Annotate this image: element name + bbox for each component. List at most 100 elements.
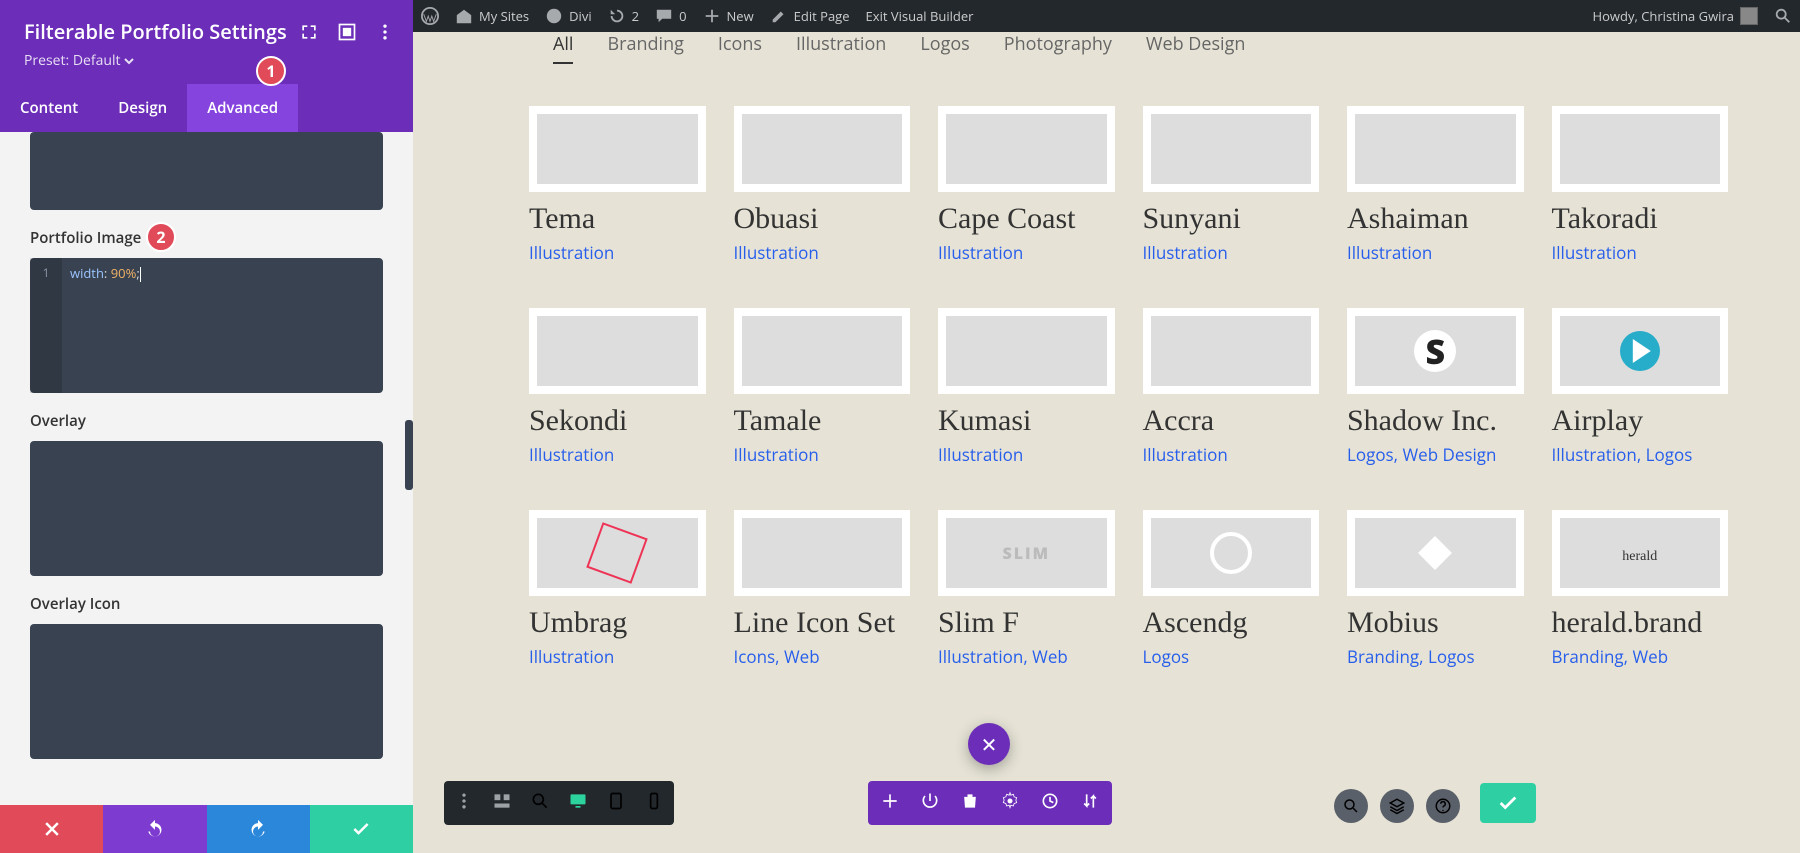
panel-body: Portfolio Image 2 1 width: 90%; Overlay … bbox=[0, 132, 413, 805]
preset-selector[interactable]: Preset: Default bbox=[24, 51, 389, 70]
plus-icon[interactable] bbox=[880, 791, 900, 816]
tablet-icon[interactable] bbox=[606, 791, 626, 816]
portfolio-item-title: Tamale bbox=[734, 404, 911, 437]
portfolio-item-cats[interactable]: Illustration bbox=[734, 241, 911, 264]
portfolio-item[interactable]: Line Icon Set Icons, Web bbox=[734, 510, 911, 668]
portfolio-item-title: Line Icon Set bbox=[734, 606, 911, 639]
kebab-icon[interactable] bbox=[454, 791, 474, 816]
portfolio-item[interactable]: AshaimanIllustration bbox=[1347, 106, 1524, 264]
portfolio-item[interactable]: Cape CoastIllustration bbox=[938, 106, 1115, 264]
portfolio-item-cats[interactable]: Illustration bbox=[529, 645, 706, 668]
page-save-button[interactable] bbox=[1480, 783, 1536, 823]
tab-advanced[interactable]: Advanced bbox=[187, 84, 298, 132]
expand-icon[interactable] bbox=[299, 22, 319, 47]
portfolio-item[interactable]: AscendgLogos bbox=[1143, 510, 1320, 668]
site-name[interactable]: Divi bbox=[537, 0, 600, 32]
portfolio-item[interactable]: AirplayIllustration, Logos bbox=[1552, 308, 1729, 466]
portfolio-item-cats[interactable]: Illustration bbox=[1552, 241, 1729, 264]
portfolio-item-cats[interactable]: Illustration bbox=[529, 241, 706, 264]
portfolio-item[interactable]: Umbrag Illustration bbox=[529, 510, 706, 668]
portfolio-item-cats[interactable]: Logos bbox=[1143, 645, 1320, 668]
find-fab[interactable] bbox=[1334, 789, 1368, 823]
portfolio-item[interactable]: SekondiIllustration bbox=[529, 308, 706, 466]
panel-scrollbar[interactable] bbox=[405, 420, 413, 490]
portfolio-item-cats[interactable]: Illustration, Web bbox=[938, 645, 1115, 668]
portfolio-item[interactable]: KumasiIllustration bbox=[938, 308, 1115, 466]
portfolio-item-cats[interactable]: Illustration bbox=[1143, 241, 1320, 264]
wp-admin-bar: My Sites Divi 2 0 New Edit Page Exit Vis… bbox=[413, 0, 1800, 32]
portfolio-item-cats[interactable]: Illustration bbox=[938, 443, 1115, 466]
portfolio-item-cats[interactable]: Illustration bbox=[734, 443, 911, 466]
close-fab[interactable]: ✕ bbox=[968, 723, 1010, 765]
portfolio-item-cats[interactable]: Branding, Logos bbox=[1347, 645, 1524, 668]
portfolio-item[interactable]: Takoradi Illustration bbox=[1552, 106, 1729, 264]
trash-icon[interactable] bbox=[960, 791, 980, 816]
overlay-icon-css[interactable] bbox=[30, 624, 383, 759]
portfolio-item[interactable]: TemaIllustration bbox=[529, 106, 706, 264]
portfolio-item[interactable]: MobiusBranding, Logos bbox=[1347, 510, 1524, 668]
filter-branding[interactable]: Branding bbox=[607, 32, 683, 64]
portfolio-item[interactable]: ObuasiIllustration bbox=[734, 106, 911, 264]
css-prev-field[interactable] bbox=[30, 132, 383, 210]
redo-button[interactable] bbox=[207, 805, 310, 853]
code-line: width: 90%; bbox=[70, 264, 141, 282]
my-sites[interactable]: My Sites bbox=[447, 0, 537, 32]
portfolio-item[interactable]: Shadow Inc. Logos, Web Design bbox=[1347, 308, 1524, 466]
filter-photography[interactable]: Photography bbox=[1004, 32, 1112, 64]
portfolio-item-title: Takoradi bbox=[1552, 202, 1729, 235]
search-toggle[interactable] bbox=[1766, 0, 1800, 32]
layers-fab[interactable] bbox=[1380, 789, 1414, 823]
filter-logos[interactable]: Logos bbox=[920, 32, 969, 64]
wireframe-icon[interactable] bbox=[492, 791, 512, 816]
overlay-css[interactable] bbox=[30, 441, 383, 576]
filter-icons[interactable]: Icons bbox=[718, 32, 762, 64]
portfolio-item[interactable]: Slim F Illustration, Web bbox=[938, 510, 1115, 668]
portfolio-item-cats[interactable]: Logos, Web Design bbox=[1347, 443, 1524, 466]
kebab-icon[interactable] bbox=[375, 22, 395, 47]
portfolio-item-title: Slim F bbox=[938, 606, 1115, 639]
thumb-art bbox=[1151, 518, 1312, 588]
wp-logo[interactable] bbox=[413, 0, 447, 32]
zoom-icon[interactable] bbox=[530, 791, 550, 816]
portfolio-item[interactable]: Tamale Illustration bbox=[734, 308, 911, 466]
filter-web-design[interactable]: Web Design bbox=[1146, 32, 1246, 64]
portfolio-item-cats[interactable]: Illustration, Logos bbox=[1552, 443, 1729, 466]
portfolio-item-cats[interactable]: Illustration bbox=[1347, 241, 1524, 264]
new-content[interactable]: New bbox=[695, 0, 762, 32]
filter-all[interactable]: All bbox=[553, 32, 573, 64]
history-icon[interactable] bbox=[1040, 791, 1060, 816]
phone-icon[interactable] bbox=[644, 791, 664, 816]
portfolio-thumb bbox=[1347, 308, 1524, 394]
edit-page[interactable]: Edit Page bbox=[762, 0, 858, 32]
my-account[interactable]: Howdy, Christina Gwira bbox=[1585, 0, 1766, 32]
portfolio-item-title: Umbrag bbox=[529, 606, 706, 639]
portfolio-item-cats[interactable]: Illustration bbox=[938, 241, 1115, 264]
portfolio-image-css[interactable]: 1 width: 90%; bbox=[30, 258, 383, 393]
portfolio-item[interactable]: herald.brandBranding, Web bbox=[1552, 510, 1729, 668]
thumb-art bbox=[537, 518, 698, 588]
thumb-art bbox=[1151, 114, 1312, 184]
tab-content[interactable]: Content bbox=[0, 84, 98, 132]
portfolio-item[interactable]: SunyaniIllustration bbox=[1143, 106, 1320, 264]
cancel-button[interactable] bbox=[0, 805, 103, 853]
gear-icon[interactable] bbox=[1000, 791, 1020, 816]
filter-illustration[interactable]: Illustration bbox=[796, 32, 886, 64]
save-button[interactable] bbox=[310, 805, 413, 853]
power-icon[interactable] bbox=[920, 791, 940, 816]
undo-button[interactable] bbox=[103, 805, 206, 853]
desktop-icon[interactable] bbox=[568, 791, 588, 816]
portfolio-item-cats[interactable]: Icons, Web bbox=[734, 645, 911, 668]
portfolio-item[interactable]: AccraIllustration bbox=[1143, 308, 1320, 466]
snap-icon[interactable] bbox=[337, 22, 357, 47]
settings-tabs: Content Design Advanced bbox=[0, 84, 413, 132]
help-fab[interactable] bbox=[1426, 789, 1460, 823]
portfolio-item-title: Shadow Inc. bbox=[1347, 404, 1524, 437]
sort-icon[interactable] bbox=[1080, 791, 1100, 816]
portfolio-item-cats[interactable]: Branding, Web bbox=[1552, 645, 1729, 668]
portfolio-item-cats[interactable]: Illustration bbox=[1143, 443, 1320, 466]
exit-visual-builder[interactable]: Exit Visual Builder bbox=[858, 0, 982, 32]
comments[interactable]: 0 bbox=[647, 0, 694, 32]
revisions[interactable]: 2 bbox=[600, 0, 647, 32]
portfolio-item-cats[interactable]: Illustration bbox=[529, 443, 706, 466]
tab-design[interactable]: Design bbox=[98, 84, 187, 132]
